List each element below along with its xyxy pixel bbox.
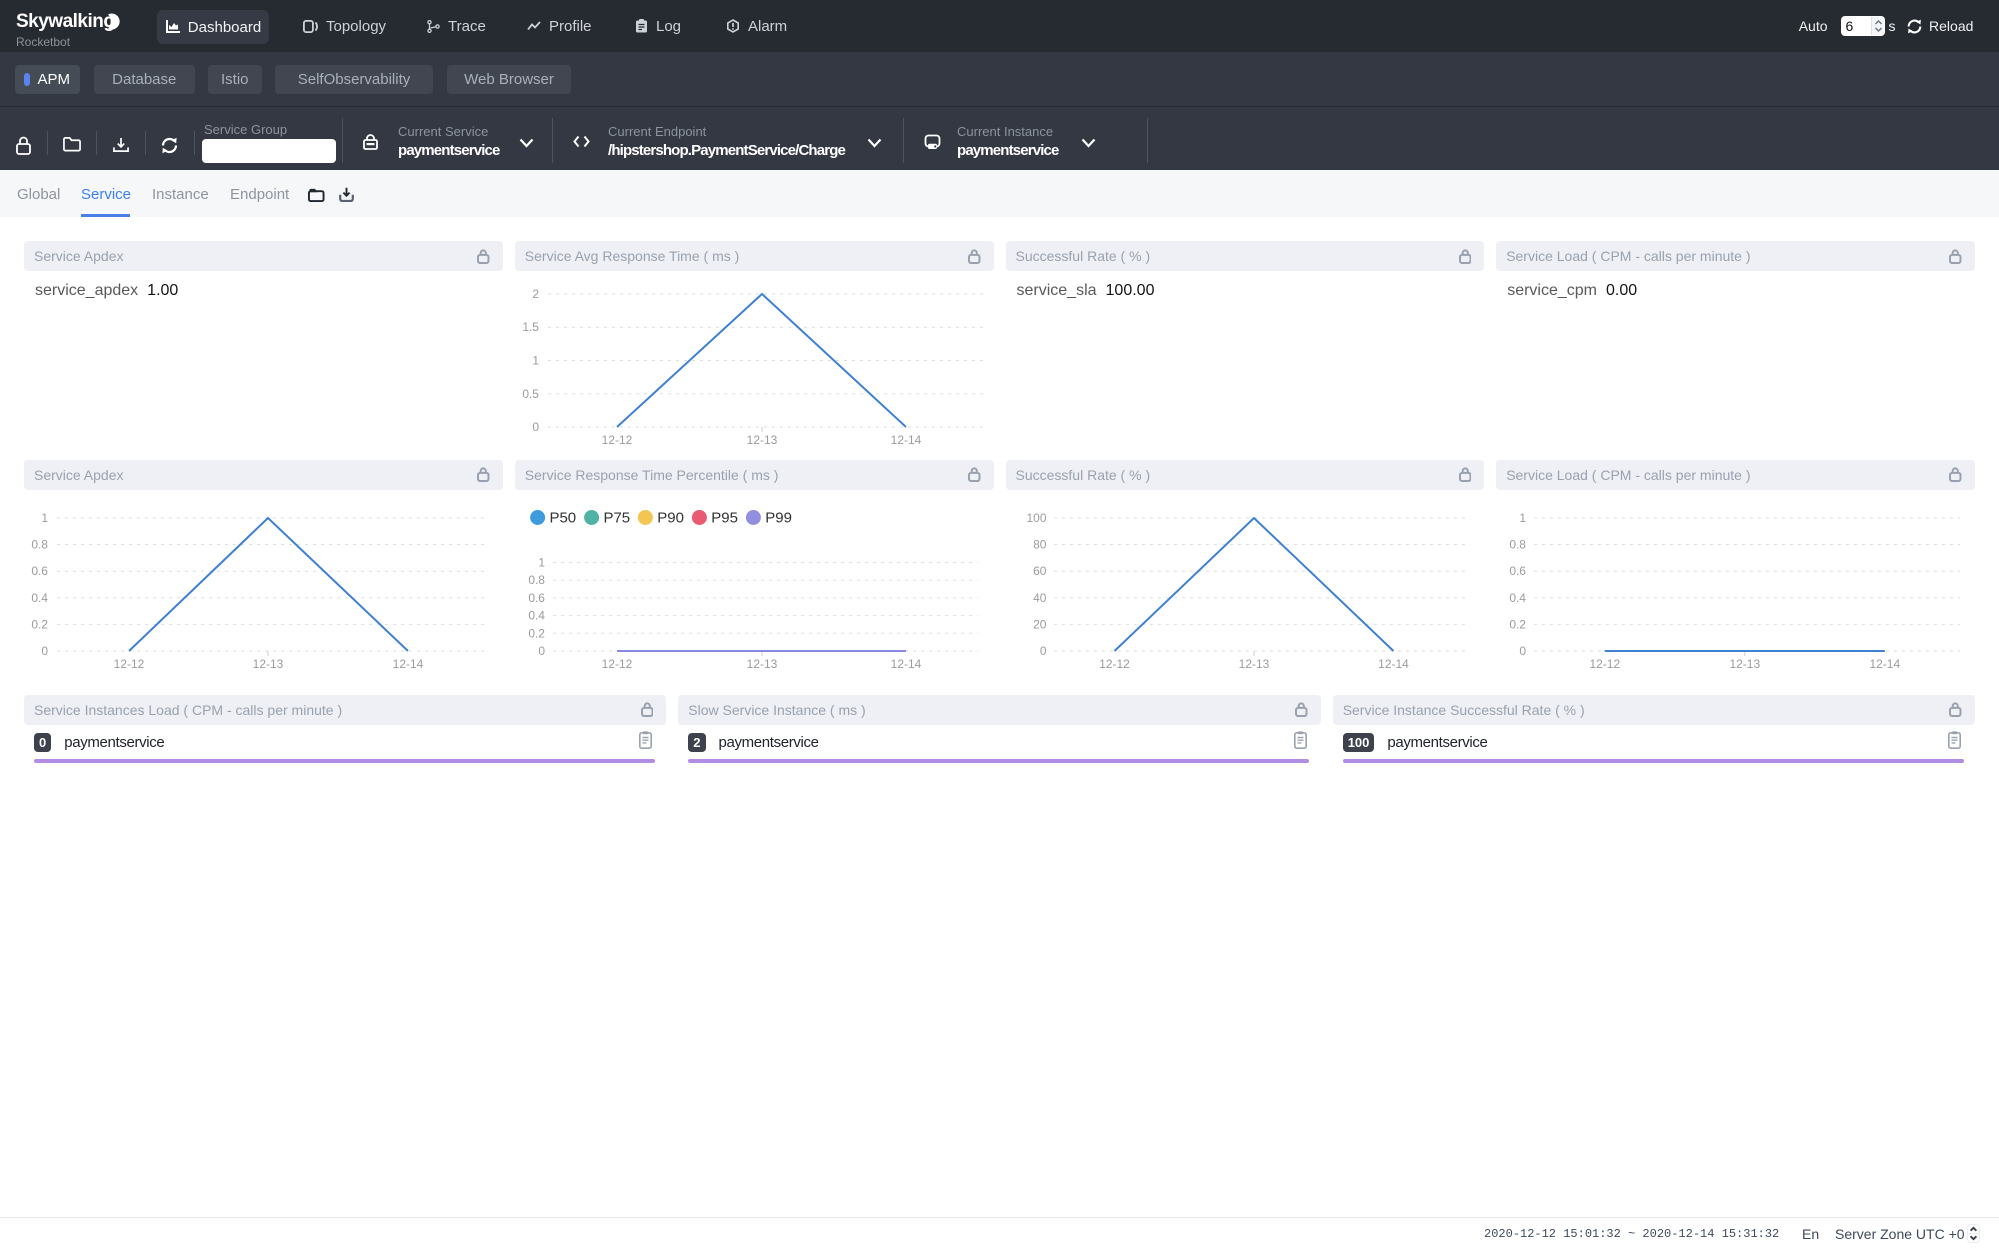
- svg-text:0.6: 0.6: [528, 590, 545, 604]
- svg-text:0.4: 0.4: [1510, 590, 1527, 604]
- svg-text:1: 1: [532, 354, 539, 368]
- svg-text:1.5: 1.5: [522, 320, 539, 334]
- svg-text:P50: P50: [549, 509, 576, 526]
- svg-text:12-13: 12-13: [253, 656, 284, 670]
- svg-text:1: 1: [41, 511, 48, 525]
- svg-text:0.2: 0.2: [31, 617, 48, 631]
- svg-text:12-12: 12-12: [601, 433, 632, 447]
- svg-text:12-13: 12-13: [1730, 656, 1761, 670]
- svg-text:12-14: 12-14: [1870, 656, 1901, 670]
- svg-text:12-14: 12-14: [1378, 656, 1409, 670]
- svg-text:100: 100: [1026, 511, 1046, 525]
- svg-text:0.4: 0.4: [31, 590, 48, 604]
- svg-text:20: 20: [1033, 617, 1047, 631]
- svg-text:12-13: 12-13: [1238, 656, 1269, 670]
- svg-text:0: 0: [538, 643, 545, 657]
- svg-text:12-14: 12-14: [890, 433, 921, 447]
- svg-text:12-14: 12-14: [890, 656, 921, 670]
- svg-text:0: 0: [1039, 643, 1046, 657]
- svg-text:0: 0: [41, 643, 48, 657]
- svg-text:1: 1: [538, 555, 545, 569]
- svg-text:P90: P90: [657, 509, 684, 526]
- svg-text:80: 80: [1033, 537, 1047, 551]
- svg-text:0.5: 0.5: [522, 387, 539, 401]
- svg-text:0.2: 0.2: [528, 626, 545, 640]
- svg-text:0.6: 0.6: [31, 564, 48, 578]
- svg-text:0.8: 0.8: [528, 573, 545, 587]
- svg-text:0.4: 0.4: [528, 608, 545, 622]
- svg-text:0: 0: [1520, 643, 1527, 657]
- svg-text:12-12: 12-12: [1590, 656, 1621, 670]
- svg-text:P95: P95: [711, 509, 738, 526]
- svg-text:P75: P75: [603, 509, 630, 526]
- svg-text:12-12: 12-12: [601, 656, 632, 670]
- svg-text:0.6: 0.6: [1510, 564, 1527, 578]
- svg-text:0.8: 0.8: [31, 537, 48, 551]
- svg-text:1: 1: [1520, 511, 1527, 525]
- svg-text:40: 40: [1033, 590, 1047, 604]
- svg-text:12-12: 12-12: [114, 656, 145, 670]
- svg-text:12-13: 12-13: [746, 656, 777, 670]
- svg-text:0: 0: [532, 420, 539, 434]
- svg-text:60: 60: [1033, 564, 1047, 578]
- svg-text:0.8: 0.8: [1510, 537, 1527, 551]
- svg-text:P99: P99: [765, 509, 792, 526]
- svg-text:12-13: 12-13: [746, 433, 777, 447]
- svg-text:12-14: 12-14: [393, 656, 424, 670]
- svg-text:12-12: 12-12: [1099, 656, 1130, 670]
- svg-text:0.2: 0.2: [1510, 617, 1527, 631]
- svg-text:2: 2: [532, 287, 539, 301]
